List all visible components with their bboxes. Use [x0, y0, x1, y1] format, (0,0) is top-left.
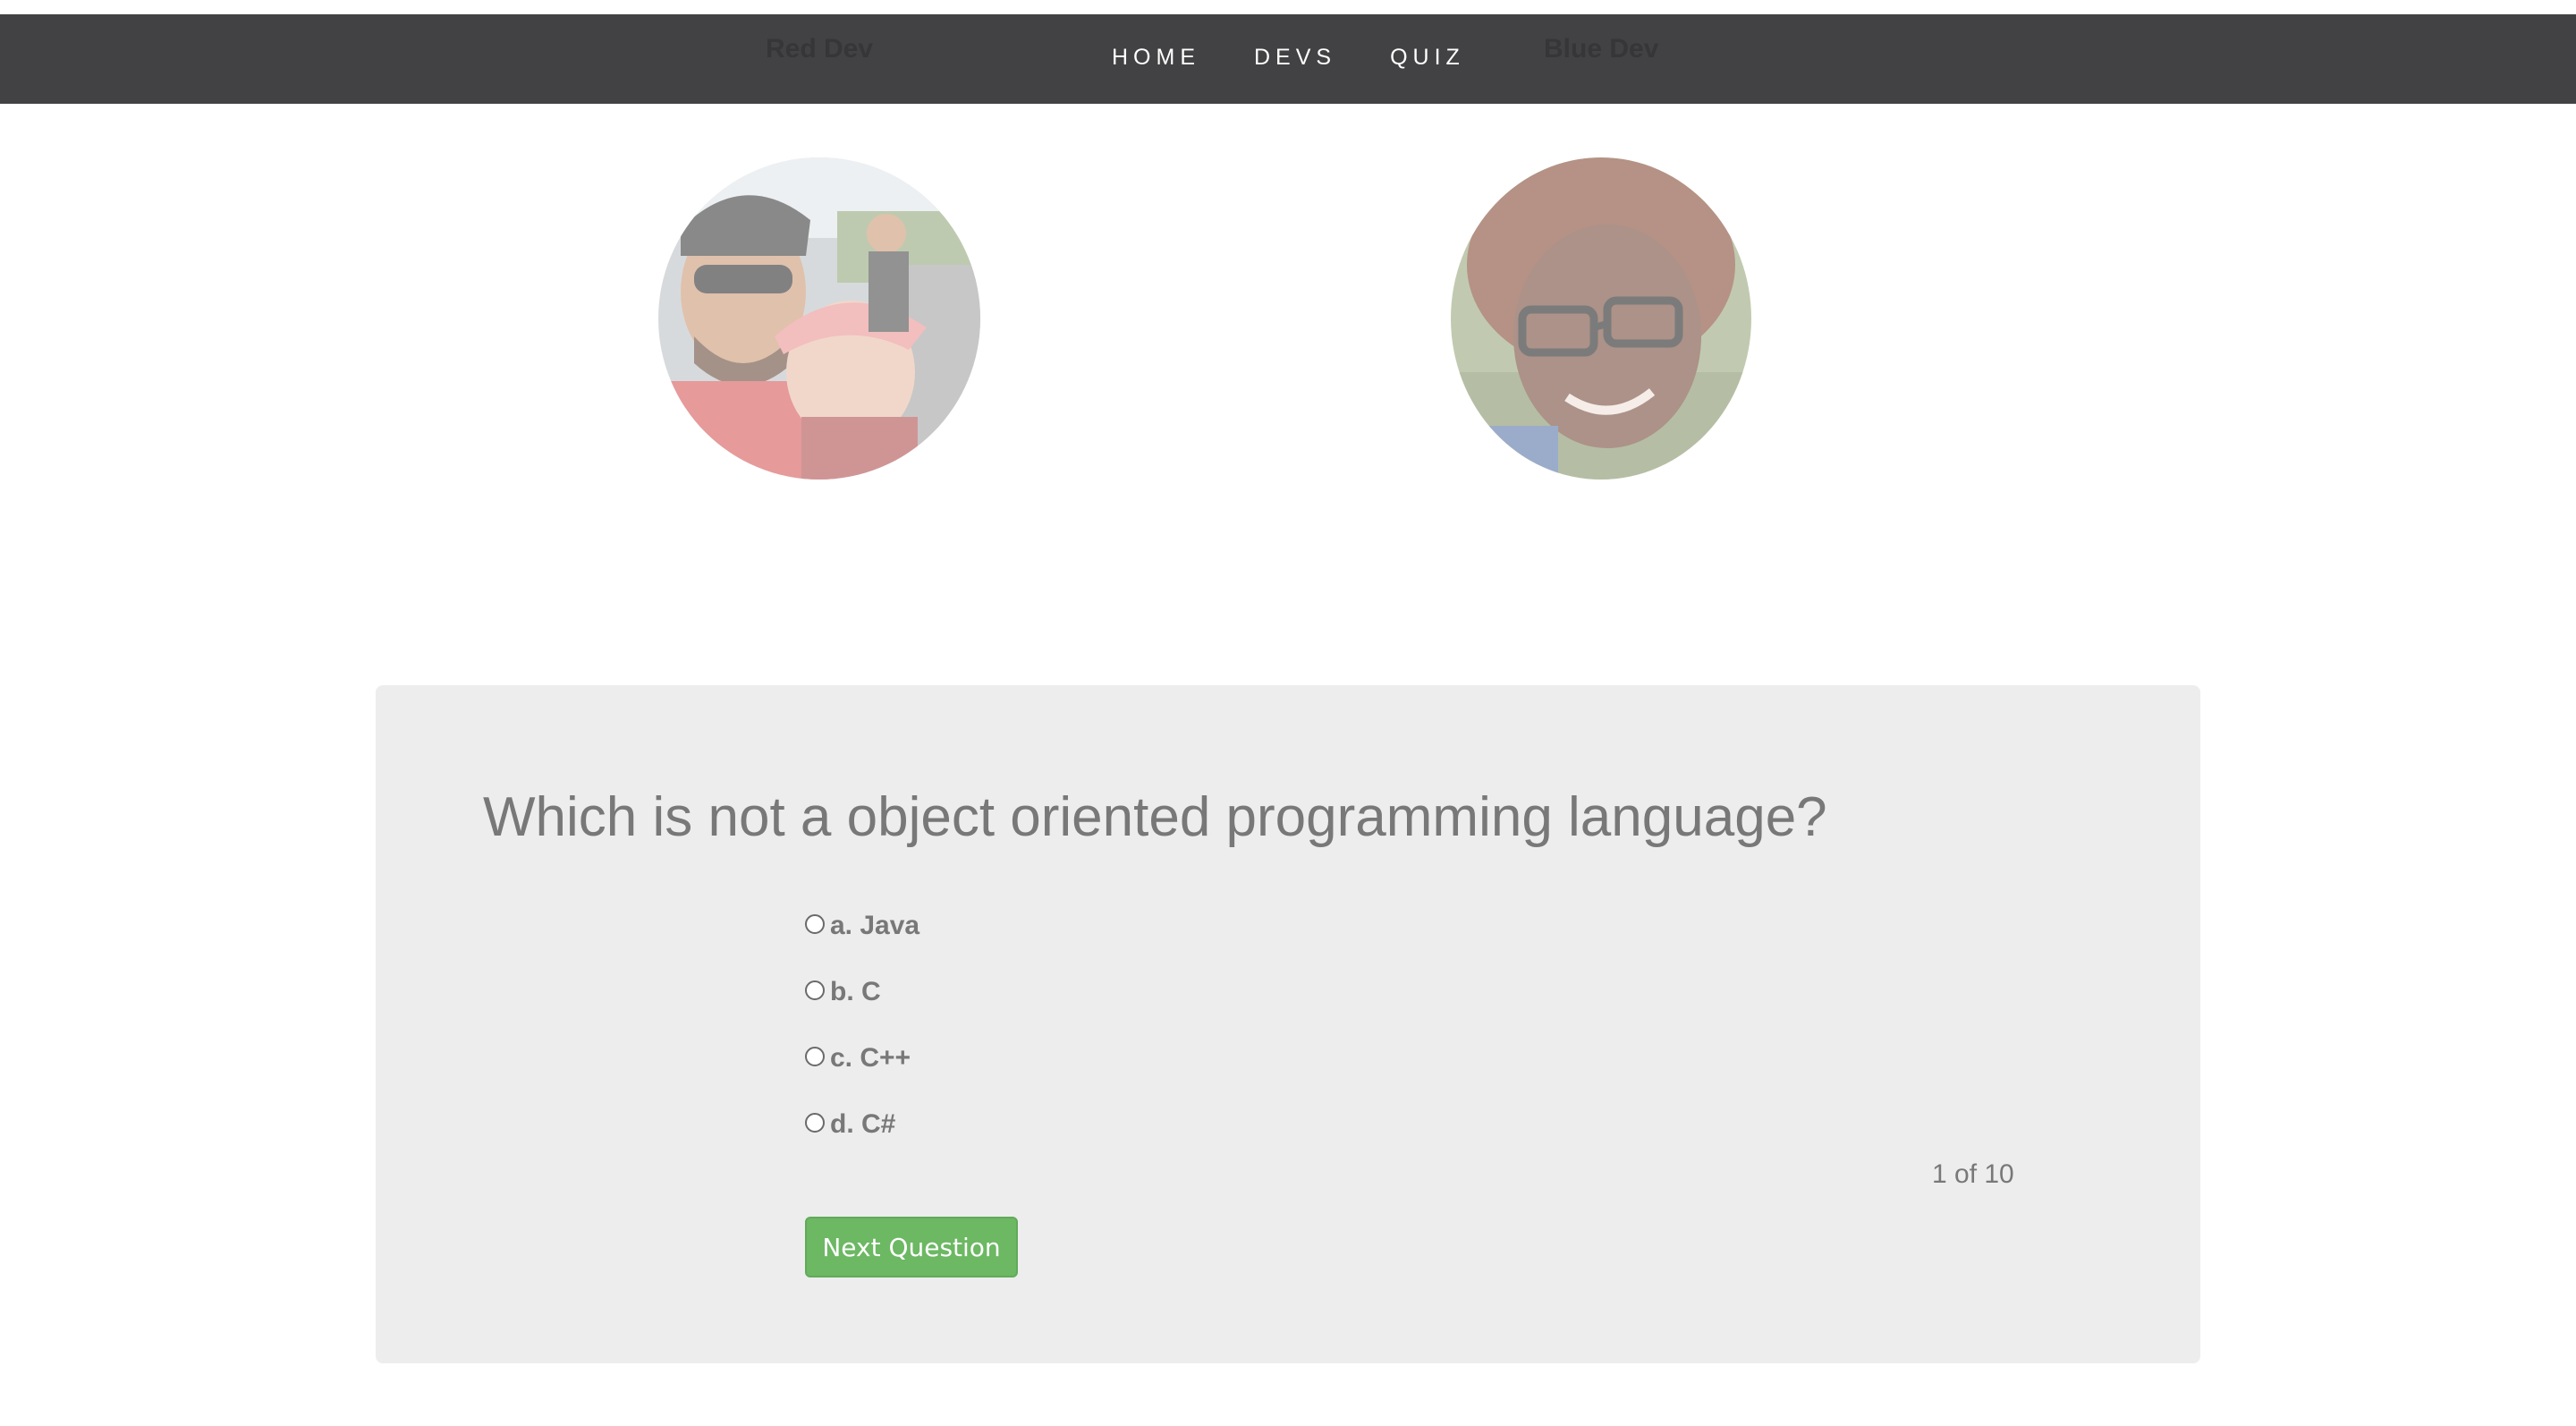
- question-counter: 1 of 10: [1932, 1159, 2014, 1189]
- next-question-button[interactable]: Next Question: [805, 1217, 1018, 1277]
- page: Red Dev HOME DEVS QUIZ Blue Dev Which is…: [0, 0, 2576, 1426]
- blue-dev-label: Blue Dev: [1544, 34, 1659, 64]
- option-d[interactable]: d. C#: [805, 1091, 919, 1158]
- option-d-radio[interactable]: [805, 1113, 825, 1133]
- nav-home-link[interactable]: HOME: [1112, 45, 1200, 71]
- option-c-radio[interactable]: [805, 1047, 825, 1066]
- blue-dev-avatar: [1451, 157, 1751, 480]
- option-a-label: a. Java: [830, 911, 920, 940]
- red-dev-label: Red Dev: [766, 34, 874, 64]
- option-d-label: d. C#: [830, 1109, 896, 1139]
- nav-links: HOME DEVS QUIZ: [1112, 45, 1465, 71]
- option-b-radio[interactable]: [805, 980, 825, 1000]
- red-dev-avatar: [658, 157, 980, 480]
- answer-options: a. Java b. C c. C++ d. C#: [805, 893, 919, 1158]
- option-a[interactable]: a. Java: [805, 893, 919, 959]
- top-strip: [0, 0, 2576, 14]
- nav-quiz-link[interactable]: QUIZ: [1390, 45, 1465, 71]
- option-b[interactable]: b. C: [805, 959, 919, 1025]
- option-c[interactable]: c. C++: [805, 1025, 919, 1091]
- quiz-card: Which is not a object oriented programmi…: [376, 685, 2200, 1363]
- option-c-label: c. C++: [830, 1043, 911, 1073]
- option-b-label: b. C: [830, 977, 881, 1006]
- question-text: Which is not a object oriented programmi…: [483, 786, 1827, 848]
- option-a-radio[interactable]: [805, 914, 825, 934]
- nav-devs-link[interactable]: DEVS: [1254, 45, 1336, 71]
